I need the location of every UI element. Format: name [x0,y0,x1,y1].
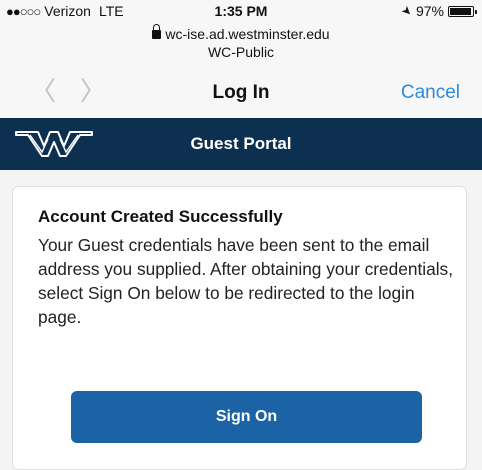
url-display[interactable]: wc-ise.ad.westminster.edu [0,24,482,42]
lock-icon [152,24,162,39]
sign-on-button[interactable]: Sign On [71,391,422,443]
portal-title: Guest Portal [190,134,292,153]
card-message: Your Guest credentials have been sent to… [38,235,454,327]
status-bar-right: ➤ 97% [398,2,477,20]
battery-percent: 97% [415,3,444,19]
battery-icon [448,5,477,17]
card-heading: Account Created Successfully [38,207,283,226]
portal-header: Guest Portal [0,118,482,170]
status-bar: ●●○○○ Verizon LTE 1:35 PM ➤ 97% [0,0,482,22]
browser-header: wc-ise.ad.westminster.edu WC-Public 〈 〉 … [0,22,482,119]
network-name: WC-Public [207,44,275,60]
confirmation-card: Account Created Successfully Your Guest … [12,186,467,470]
location-arrow-icon: ➤ [398,2,416,20]
cancel-button[interactable]: Cancel [401,82,460,104]
url-text: wc-ise.ad.westminster.edu [165,26,330,42]
